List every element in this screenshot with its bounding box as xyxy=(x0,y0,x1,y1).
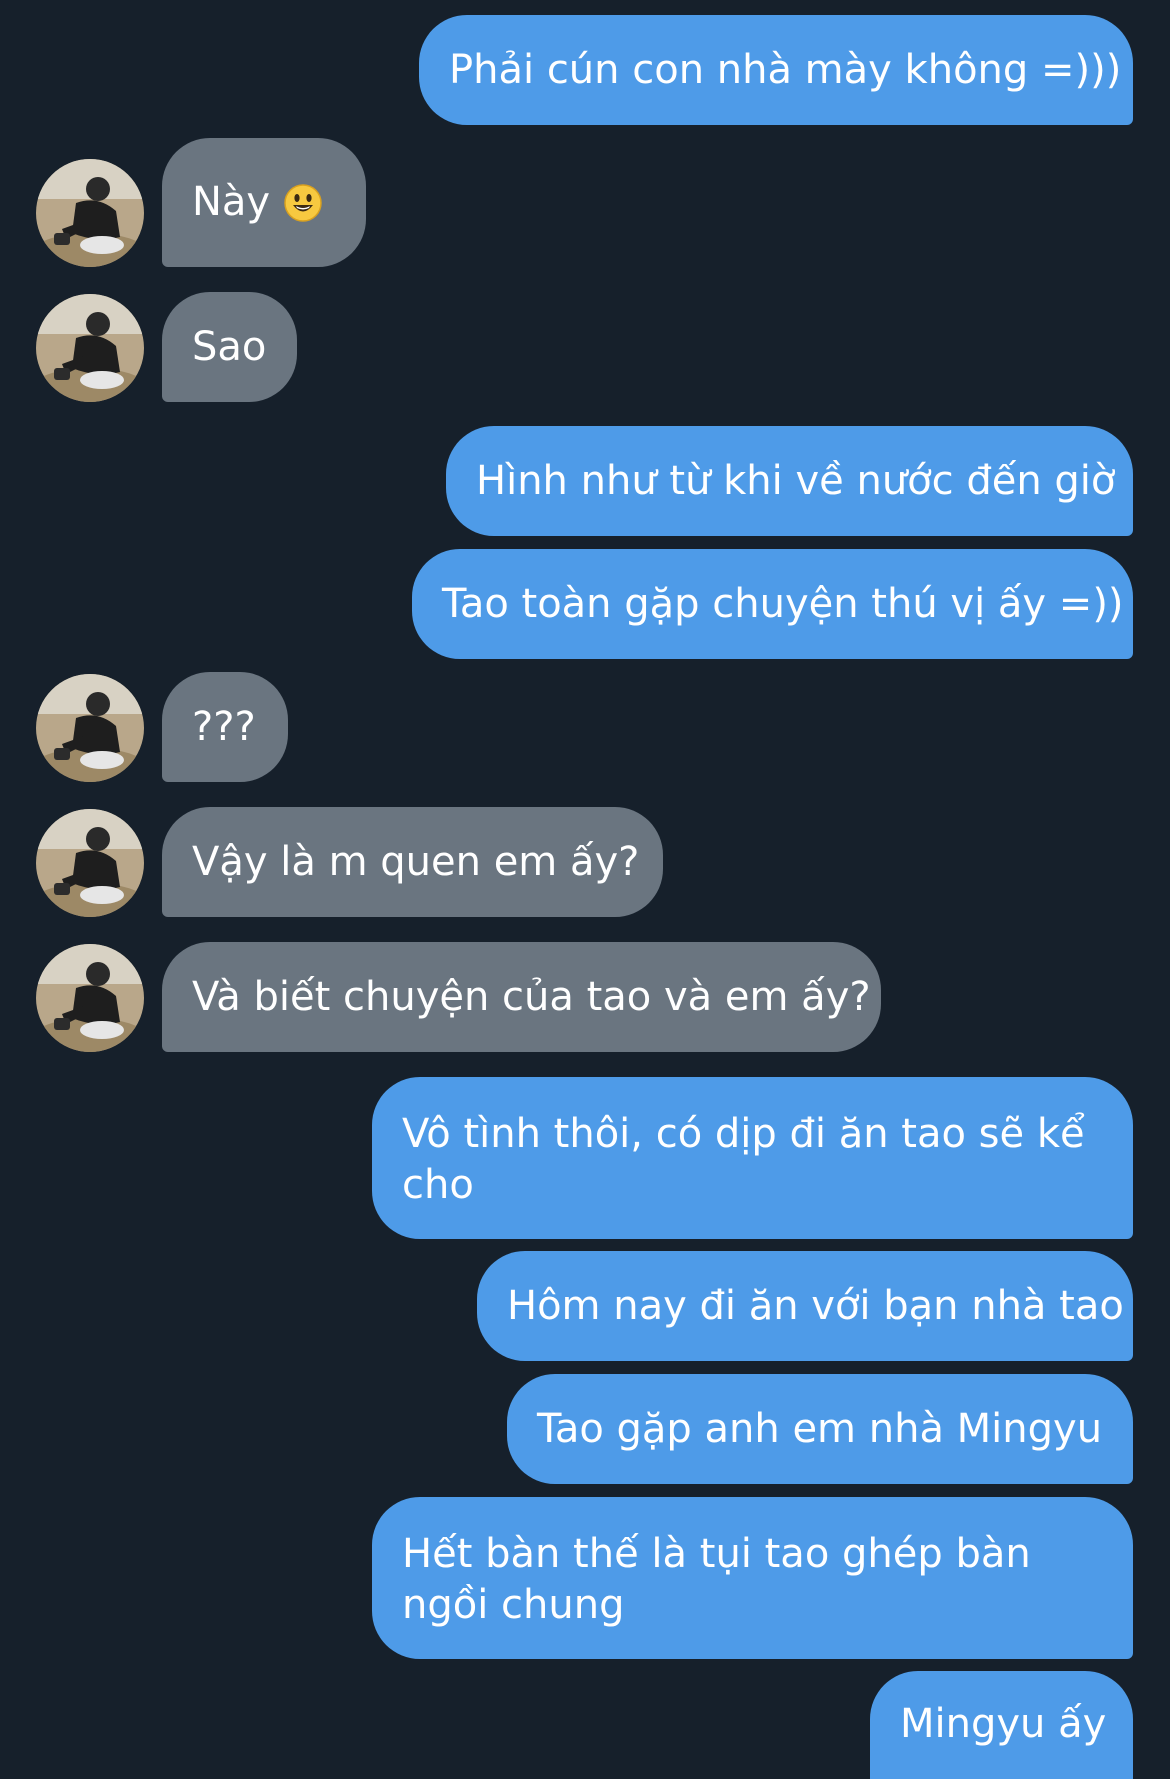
sent-message-bubble[interactable]: Vô tình thôi, có dịp đi ăn tao sẽ kể cho xyxy=(372,1077,1133,1239)
smiley-face-icon xyxy=(284,183,322,222)
sent-message-bubble[interactable]: Tao toàn gặp chuyện thú vị ấy =)) xyxy=(412,549,1133,659)
message-text: Sao xyxy=(192,323,267,370)
sent-message-bubble[interactable]: Hình như từ khi về nước đến giờ xyxy=(446,426,1133,536)
message-text: Tao toàn gặp chuyện thú vị ấy =)) xyxy=(442,580,1124,627)
sent-message-bubble[interactable]: Phải cún con nhà mày không =))) xyxy=(419,15,1133,125)
chat-thread: Phải cún con nhà mày không =))) Này Sao … xyxy=(0,0,1170,1779)
sent-message-bubble[interactable]: Hết bàn thế là tụi tao ghép bàn ngồi chu… xyxy=(372,1497,1133,1659)
contact-avatar[interactable] xyxy=(36,944,144,1052)
received-message-bubble[interactable]: ??? xyxy=(162,672,288,782)
contact-avatar[interactable] xyxy=(36,159,144,267)
message-text: Hôm nay đi ăn với bạn nhà tao xyxy=(507,1282,1124,1329)
message-text: Mingyu ấy xyxy=(900,1701,1107,1747)
message-text: Phải cún con nhà mày không =))) xyxy=(449,46,1122,93)
message-text: Vậy là m quen em ấy? xyxy=(192,838,640,885)
sent-message-bubble[interactable]: Tao gặp anh em nhà Mingyu xyxy=(507,1374,1133,1484)
message-text: Này xyxy=(192,179,271,225)
sent-message-bubble[interactable]: Hôm nay đi ăn với bạn nhà tao xyxy=(477,1251,1133,1361)
message-text: Tao gặp anh em nhà Mingyu xyxy=(537,1405,1103,1452)
received-message-bubble[interactable]: Và biết chuyện của tao và em ấy? xyxy=(162,942,881,1052)
message-text: Vô tình thôi, có dịp đi ăn tao sẽ kể cho xyxy=(402,1111,1085,1208)
contact-avatar[interactable] xyxy=(36,809,144,917)
message-text: Và biết chuyện của tao và em ấy? xyxy=(192,973,871,1020)
message-text: Hết bàn thế là tụi tao ghép bàn ngồi chu… xyxy=(402,1531,1031,1628)
received-message-bubble[interactable]: Này xyxy=(162,138,366,267)
sent-message-bubble[interactable]: Mingyu ấy xyxy=(870,1671,1133,1779)
message-text: ??? xyxy=(192,703,256,750)
contact-avatar[interactable] xyxy=(36,294,144,402)
received-message-bubble[interactable]: Vậy là m quen em ấy? xyxy=(162,807,663,917)
received-message-bubble[interactable]: Sao xyxy=(162,292,297,402)
message-text: Hình như từ khi về nước đến giờ xyxy=(476,457,1116,504)
contact-avatar[interactable] xyxy=(36,674,144,782)
